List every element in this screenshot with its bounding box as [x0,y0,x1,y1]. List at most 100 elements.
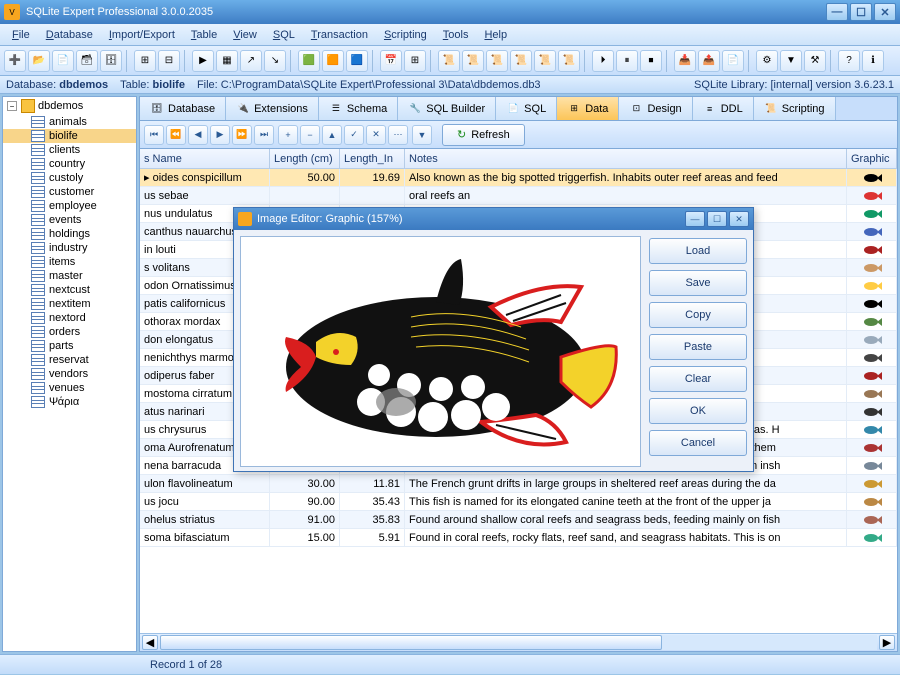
menu-importexport[interactable]: Import/Export [101,27,183,43]
tool-exp1[interactable]: ↗ [240,50,262,72]
nav-last[interactable]: ⏭ [254,125,274,145]
tool-opt[interactable]: ⚒ [804,50,826,72]
graphic-cell[interactable] [847,403,897,420]
tool-db1[interactable]: 🗃 [76,50,98,72]
dialog-maximize[interactable]: ☐ [707,211,727,227]
tab-sql[interactable]: 📄SQL [496,97,557,120]
graphic-cell[interactable] [847,439,897,456]
tab-ddl[interactable]: ≡DDL [693,97,754,120]
graphic-cell[interactable] [847,187,897,204]
menu-sql[interactable]: SQL [265,27,303,43]
table-row[interactable]: ulon flavolineatum30.0011.81The French g… [140,475,897,493]
tree-table-events[interactable]: events [3,213,136,227]
menu-view[interactable]: View [225,27,265,43]
tool-filter[interactable]: ▼ [780,50,802,72]
tree-table-Ψάρια[interactable]: Ψάρια [3,395,136,409]
tree-table-nextcust[interactable]: nextcust [3,283,136,297]
image-pane[interactable] [240,236,641,467]
tab-sql-builder[interactable]: 🔧SQL Builder [398,97,496,120]
menu-transaction[interactable]: Transaction [303,27,376,43]
tree-table-venues[interactable]: venues [3,381,136,395]
filter-btn[interactable]: ▼ [412,125,432,145]
tree-table-biolife[interactable]: biolife [3,129,136,143]
nav-first[interactable]: ⏮ [144,125,164,145]
graphic-cell[interactable] [847,223,897,240]
graphic-cell[interactable] [847,331,897,348]
hscrollbar[interactable]: ◀ ▶ [140,633,897,651]
graphic-cell[interactable] [847,367,897,384]
cancel-button[interactable]: Cancel [649,430,747,456]
tree-table-items[interactable]: items [3,255,136,269]
graphic-cell[interactable] [847,169,897,186]
tool-i1[interactable]: 📥 [674,50,696,72]
table-row[interactable]: ▸ oides conspicillum50.0019.69Also known… [140,169,897,187]
graphic-cell[interactable] [847,457,897,474]
tree-table-nextitem[interactable]: nextitem [3,297,136,311]
tree-table-parts[interactable]: parts [3,339,136,353]
nav-nextpage[interactable]: ⏩ [232,125,252,145]
nav-next[interactable]: ▶ [210,125,230,145]
graphic-cell[interactable] [847,313,897,330]
rec-misc[interactable]: ⋯ [388,125,408,145]
tree-panel[interactable]: − dbdemos animalsbiolifeclientscountrycu… [2,96,137,652]
maximize-button[interactable]: ☐ [850,3,872,21]
tree-table-reservat[interactable]: reservat [3,353,136,367]
graphic-cell[interactable] [847,349,897,366]
tool-g3[interactable]: 🟦 [346,50,368,72]
tool-p3[interactable]: ⏹ [640,50,662,72]
tab-design[interactable]: ⊡Design [619,97,692,120]
tool-new[interactable]: ➕ [4,50,26,72]
dialog-titlebar[interactable]: Image Editor: Graphic (157%) — ☐ ✕ [234,208,753,230]
clear-button[interactable]: Clear [649,366,747,392]
tab-extensions[interactable]: 🔌Extensions [226,97,319,120]
tab-scripting[interactable]: 📜Scripting [754,97,836,120]
scroll-right[interactable]: ▶ [879,635,895,650]
tool-p2[interactable]: ⏸ [616,50,638,72]
graphic-cell[interactable] [847,295,897,312]
menu-tools[interactable]: Tools [435,27,477,43]
tool-open[interactable]: 📂 [28,50,50,72]
scroll-track[interactable] [160,635,877,650]
tool-tbl[interactable]: ⊞ [404,50,426,72]
graphic-cell[interactable] [847,385,897,402]
save-button[interactable]: Save [649,270,747,296]
paste-button[interactable]: Paste [649,334,747,360]
graphic-cell[interactable] [847,421,897,438]
tool-i3[interactable]: 📄 [722,50,744,72]
tool-s4[interactable]: 📜 [510,50,532,72]
tool-deltbl[interactable]: ⊟ [158,50,180,72]
tree-root[interactable]: − dbdemos [3,97,136,115]
collapse-icon[interactable]: − [7,101,17,111]
tree-table-master[interactable]: master [3,269,136,283]
col-length-cm[interactable]: Length (cm) [270,149,340,168]
tree-table-orders[interactable]: orders [3,325,136,339]
tool-i2[interactable]: 📤 [698,50,720,72]
tool-g1[interactable]: 🟩 [298,50,320,72]
tree-table-animals[interactable]: animals [3,115,136,129]
table-row[interactable]: soma bifasciatum15.005.91Found in coral … [140,529,897,547]
scroll-left[interactable]: ◀ [142,635,158,650]
tree-table-nextord[interactable]: nextord [3,311,136,325]
tool-s3[interactable]: 📜 [486,50,508,72]
tab-data[interactable]: ⊞Data [557,97,619,120]
tool-exp2[interactable]: ↘ [264,50,286,72]
rec-add[interactable]: + [278,125,298,145]
dialog-minimize[interactable]: — [685,211,705,227]
col-graphic[interactable]: Graphic [847,149,897,168]
nav-prevpage[interactable]: ⏪ [166,125,186,145]
menu-database[interactable]: Database [38,27,101,43]
nav-prev[interactable]: ◀ [188,125,208,145]
table-row[interactable]: ohelus striatus91.0035.83Found around sh… [140,511,897,529]
tab-database[interactable]: 🗄Database [140,97,226,120]
tree-table-country[interactable]: country [3,157,136,171]
menu-table[interactable]: Table [183,27,225,43]
graphic-cell[interactable] [847,205,897,222]
tool-s5[interactable]: 📜 [534,50,556,72]
rec-post[interactable]: ✓ [344,125,364,145]
tree-table-clients[interactable]: clients [3,143,136,157]
graphic-cell[interactable] [847,241,897,258]
copy-button[interactable]: Copy [649,302,747,328]
refresh-button[interactable]: ↻ Refresh [442,124,525,146]
graphic-cell[interactable] [847,511,897,528]
graphic-cell[interactable] [847,493,897,510]
